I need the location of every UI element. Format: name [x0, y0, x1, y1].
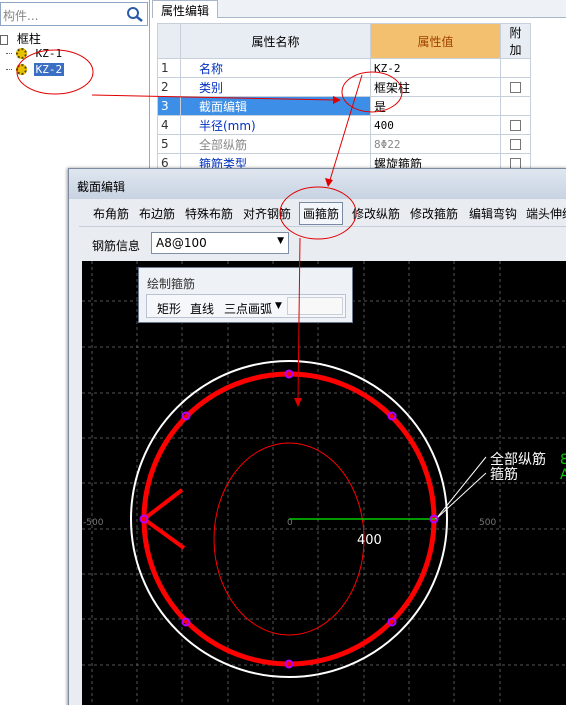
- property-name: 名称: [180, 58, 371, 78]
- row-index: 4: [157, 115, 181, 135]
- section-drawing[interactable]: -500 500 0 400 全部纵筋 箍筋 8 A: [82, 261, 566, 705]
- window-title: 截面编辑: [77, 180, 126, 194]
- search-icon[interactable]: [125, 5, 145, 23]
- extra-checkbox[interactable]: [510, 120, 521, 131]
- section-toolbar: 布角筋 布边筋 特殊布筋 对齐钢筋 画箍筋 修改纵筋 修改箍筋 编辑弯钩 端头伸…: [79, 201, 566, 227]
- draw-toolbar-buttons: 矩形 直线 三点画弧 ▼: [146, 294, 346, 318]
- tree-node-frame-column[interactable]: 框柱: [0, 30, 43, 46]
- property-value[interactable]: 是: [370, 96, 501, 116]
- property-table: 属性名称 属性值 附加 1 名称 KZ-2 2 类别 框架柱 3 截面编辑 是 …: [157, 23, 531, 173]
- row-index: 3: [157, 96, 181, 116]
- folder-icon: [0, 34, 8, 45]
- draw-three-point-arc-button[interactable]: 三点画弧: [224, 300, 272, 317]
- extra-checkbox[interactable]: [510, 139, 521, 150]
- table-row-selected[interactable]: 3 截面编辑 是: [157, 96, 531, 116]
- header-property-value: 属性值: [370, 23, 501, 59]
- draw-option-combo[interactable]: [287, 297, 343, 315]
- header-extra: 附加: [500, 23, 531, 59]
- toolbar-modify-longitudinal-button[interactable]: 修改纵筋: [352, 205, 400, 222]
- extra-cell: [500, 115, 531, 135]
- stirrup-hook: [142, 488, 184, 521]
- label-stirrup: 箍筋: [490, 466, 518, 483]
- property-name: 全部纵筋: [180, 134, 371, 154]
- toolbar-special-rebar-button[interactable]: 特殊布筋: [185, 205, 233, 222]
- draw-rectangle-button[interactable]: 矩形: [157, 300, 181, 317]
- property-panel: 属性编辑 属性名称 属性值 附加 1 名称 KZ-2 2 类别 框架柱 3 截面…: [152, 0, 566, 175]
- rebar-info-label: 钢筋信息: [92, 239, 141, 253]
- property-value[interactable]: KZ-2: [370, 58, 501, 78]
- property-name: 类别: [180, 77, 371, 97]
- extra-cell: [500, 96, 531, 116]
- property-value[interactable]: 框架柱: [370, 77, 501, 97]
- draw-stirrup-toolbar[interactable]: 绘制箍筋 矩形 直线 三点画弧 ▼: [138, 267, 353, 323]
- section-canvas[interactable]: -500 500 0 400 全部纵筋 箍筋 8 A: [82, 261, 566, 705]
- property-name: 半径(mm): [180, 115, 371, 135]
- draw-toolbar-title: 绘制箍筋: [147, 277, 196, 291]
- header-index: [157, 23, 181, 59]
- tree-item-label: KZ-2: [33, 63, 65, 76]
- stirrup-hook: [142, 517, 186, 550]
- tab-property-edit[interactable]: 属性编辑: [152, 0, 219, 18]
- search-input[interactable]: 构件...: [0, 2, 148, 26]
- window-titlebar[interactable]: 截面编辑: [69, 169, 566, 199]
- draw-line-button[interactable]: 直线: [190, 300, 214, 317]
- property-header-row: 属性名称 属性值 附加: [157, 23, 531, 59]
- extra-cell: [500, 77, 531, 97]
- label-stirrup-spec: A: [560, 467, 566, 483]
- label-all-longitudinal: 全部纵筋: [490, 451, 546, 468]
- row-index: 1: [157, 58, 181, 78]
- row-index: 2: [157, 77, 181, 97]
- leader-line: [435, 472, 487, 520]
- toolbar-edge-rebar-button[interactable]: 布边筋: [139, 205, 175, 222]
- column-gear-icon: [15, 64, 27, 75]
- tree-connector: [6, 53, 12, 54]
- extra-cell: [500, 134, 531, 154]
- extra-cell: [500, 58, 531, 78]
- table-row[interactable]: 2 类别 框架柱: [157, 77, 531, 97]
- drawn-stirrup-ellipse[interactable]: [213, 442, 365, 636]
- property-tabbar: 属性编辑: [152, 0, 566, 18]
- toolbar-draw-stirrup-button[interactable]: 画箍筋: [299, 202, 344, 225]
- tree-item-kz-1[interactable]: KZ-1: [6, 46, 64, 62]
- property-name: 截面编辑: [180, 96, 371, 116]
- table-row[interactable]: 5 全部纵筋 8Φ22: [157, 134, 531, 154]
- toolbar-corner-rebar-button[interactable]: 布角筋: [93, 205, 129, 222]
- search-placeholder: 构件...: [3, 9, 39, 23]
- column-gear-icon: [15, 48, 27, 59]
- tree-item-label: KZ-1: [35, 47, 63, 60]
- table-row[interactable]: 4 半径(mm) 400: [157, 115, 531, 135]
- property-value[interactable]: 400: [370, 115, 501, 135]
- extra-checkbox[interactable]: [510, 82, 521, 93]
- row-index: 5: [157, 134, 181, 154]
- toolbar-modify-stirrup-button[interactable]: 修改箍筋: [410, 205, 458, 222]
- radius-dimension-value: 400: [357, 533, 382, 548]
- table-row[interactable]: 1 名称 KZ-2: [157, 58, 531, 78]
- tree-item-kz-2[interactable]: KZ-2: [6, 62, 65, 78]
- toolbar-end-extend-button[interactable]: 端头伸缩: [526, 205, 566, 222]
- toolbar-align-rebar-button[interactable]: 对齐钢筋: [243, 205, 291, 222]
- rebar-info-select[interactable]: A8@100 ▼: [151, 232, 289, 254]
- tree-connector: [6, 69, 12, 70]
- toolbar-edit-hook-button[interactable]: 编辑弯钩: [469, 205, 517, 222]
- axis-right-label: 500: [479, 518, 496, 528]
- property-value[interactable]: 8Φ22: [370, 134, 501, 154]
- canvas-grid: [82, 261, 566, 705]
- component-tree-panel: 构件... 框柱 KZ-1 KZ-2: [0, 0, 150, 180]
- arc-dropdown-icon[interactable]: ▼: [275, 301, 282, 311]
- rebar-info-value: A8@100: [156, 236, 207, 250]
- axis-left-label: -500: [83, 518, 104, 528]
- tree-node-label: 框柱: [16, 32, 41, 46]
- chevron-down-icon[interactable]: ▼: [277, 236, 284, 246]
- section-editor-window: 截面编辑 布角筋 布边筋 特殊布筋 对齐钢筋 画箍筋 修改纵筋 修改箍筋 编辑弯…: [68, 168, 566, 705]
- label-longitudinal-spec: 8: [560, 452, 566, 468]
- rebar-info-row: 钢筋信息 A8@100 ▼: [79, 229, 566, 257]
- header-property-name: 属性名称: [180, 23, 371, 59]
